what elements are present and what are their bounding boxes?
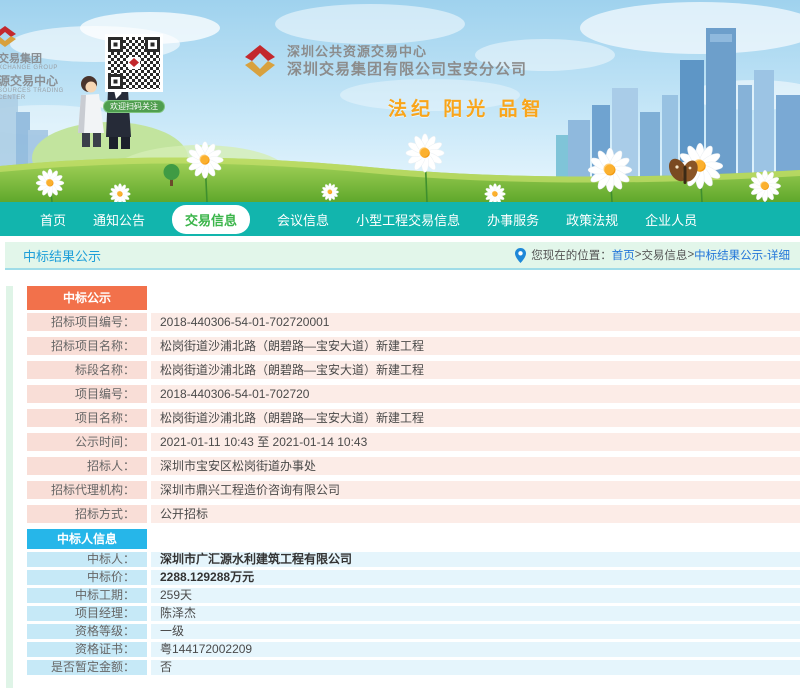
breadcrumb-link-detail[interactable]: 中标结果公示-详细 <box>694 247 790 263</box>
nav-item-home[interactable]: 首页 <box>40 210 66 229</box>
table-row: 招标代理机构：深圳市鼎兴工程造价咨询有限公司 <box>27 481 800 499</box>
qr-code-block: 欢迎扫码关注 <box>103 34 165 113</box>
row-label: 招标人： <box>27 457 147 475</box>
table-row: 资格证书： 粤144172002209 <box>27 642 800 657</box>
table-row: 项目经理： 陈泽杰 <box>27 606 800 621</box>
row-value: 陈泽杰 <box>151 606 800 621</box>
table-row: 中标工期： 259天 <box>27 588 800 603</box>
table-row: 招标项目名称：松岗街道沙浦北路（朗碧路—宝安大道）新建工程 <box>27 337 800 355</box>
left-logo-cn2: 源交易中心 <box>0 74 80 88</box>
breadcrumb: 您现在的位置： 首页 > 交易信息 > 中标结果公示-详细 <box>515 247 790 263</box>
row-label: 招标项目名称： <box>27 337 147 355</box>
left-logo-en1: XCHANGE GROUP <box>0 65 80 72</box>
row-label: 标段名称： <box>27 361 147 379</box>
content-area: 中标公示 招标项目编号：2018-440306-54-01-702720001 … <box>0 286 800 688</box>
page-title: 中标结果公示 <box>23 246 101 265</box>
row-label: 资格等级： <box>27 624 147 639</box>
row-value: 2021-01-11 10:43 至 2021-01-14 10:43 <box>151 433 800 451</box>
nav-item-services[interactable]: 办事服务 <box>487 210 539 229</box>
table-row: 标段名称：松岗街道沙浦北路（朗碧路—宝安大道）新建工程 <box>27 361 800 379</box>
row-value: 松岗街道沙浦北路（朗碧路—宝安大道）新建工程 <box>151 337 800 355</box>
nav-item-policies[interactable]: 政策法规 <box>566 210 618 229</box>
header-banner: 交易集团 XCHANGE GROUP 源交易中心 SOURCES TRADING… <box>0 0 800 202</box>
table-row: 招标人：深圳市宝安区松岗街道办事处 <box>27 457 800 475</box>
main-nav: 首页 通知公告 交易信息 会议信息 小型工程交易信息 办事服务 政策法规 企业人… <box>0 202 800 236</box>
breadcrumb-bar: 中标结果公示 您现在的位置： 首页 > 交易信息 > 中标结果公示-详细 <box>5 242 800 270</box>
nav-item-trading-info[interactable]: 交易信息 <box>172 205 250 234</box>
row-value: 松岗街道沙浦北路（朗碧路—宝安大道）新建工程 <box>151 361 800 379</box>
table-row: 是否暂定金额： 否 <box>27 660 800 675</box>
table-row: 中标人： 深圳市广汇源水利建筑工程有限公司 <box>27 552 800 567</box>
section-header-winner-info: 中标人信息 <box>27 529 147 549</box>
nav-item-notices[interactable]: 通知公告 <box>93 210 145 229</box>
bid-announcement-table: 中标公示 招标项目编号：2018-440306-54-01-702720001 … <box>27 286 800 675</box>
section-header-bid-announcement: 中标公示 <box>27 286 147 310</box>
breadcrumb-separator: > <box>687 249 694 261</box>
table-row: 项目编号：2018-440306-54-01-702720 <box>27 385 800 403</box>
qr-code <box>105 34 163 92</box>
row-value: 2288.129288万元 <box>151 570 800 585</box>
table-row: 中标价： 2288.129288万元 <box>27 570 800 585</box>
breadcrumb-link-section[interactable]: 交易信息 <box>641 247 687 263</box>
org-header: 深圳公共资源交易中心 深圳交易集团有限公司宝安分公司 <box>243 42 527 80</box>
org-logo-icon <box>243 42 277 80</box>
row-label: 中标价： <box>27 570 147 585</box>
slogan-text: 法纪 阳光 品智 <box>388 94 545 121</box>
qr-caption-ribbon: 欢迎扫码关注 <box>103 100 165 113</box>
row-label: 项目经理： <box>27 606 147 621</box>
left-logo-en2: SOURCES TRADING CENTER <box>0 88 80 102</box>
row-label: 中标工期： <box>27 588 147 603</box>
org-name-line1: 深圳公共资源交易中心 <box>287 44 527 60</box>
row-label: 招标方式： <box>27 505 147 523</box>
nav-item-enterprise[interactable]: 企业人员 <box>645 210 697 229</box>
row-value: 259天 <box>151 588 800 603</box>
left-corner-logo: 交易集团 XCHANGE GROUP 源交易中心 SOURCES TRADING… <box>0 24 80 102</box>
left-logo-cn1: 交易集团 <box>0 53 80 65</box>
row-label: 招标项目编号： <box>27 313 147 331</box>
table-row: 资格等级： 一级 <box>27 624 800 639</box>
row-label: 招标代理机构： <box>27 481 147 499</box>
row-label: 项目名称： <box>27 409 147 427</box>
table-row: 招标方式：公开招标 <box>27 505 800 523</box>
row-label: 资格证书： <box>27 642 147 657</box>
breadcrumb-separator: > <box>635 249 642 261</box>
org-name-line2: 深圳交易集团有限公司宝安分公司 <box>287 60 527 79</box>
row-label: 公示时间： <box>27 433 147 451</box>
row-value: 公开招标 <box>151 505 800 523</box>
row-value: 粤144172002209 <box>151 642 800 657</box>
row-value: 深圳市广汇源水利建筑工程有限公司 <box>151 552 800 567</box>
row-value: 一级 <box>151 624 800 639</box>
left-side-strip <box>6 286 13 688</box>
location-label: 您现在的位置： <box>531 247 612 263</box>
row-value: 深圳市鼎兴工程造价咨询有限公司 <box>151 481 800 499</box>
left-logo-icon <box>0 24 18 48</box>
table-row: 项目名称：松岗街道沙浦北路（朗碧路—宝安大道）新建工程 <box>27 409 800 427</box>
breadcrumb-link-home[interactable]: 首页 <box>612 247 635 263</box>
row-label: 中标人： <box>27 552 147 567</box>
row-value: 2018-440306-54-01-702720 <box>151 385 800 403</box>
nav-item-small-projects[interactable]: 小型工程交易信息 <box>356 210 460 229</box>
row-value: 否 <box>151 660 800 675</box>
row-value: 松岗街道沙浦北路（朗碧路—宝安大道）新建工程 <box>151 409 800 427</box>
nav-item-meeting-info[interactable]: 会议信息 <box>277 210 329 229</box>
row-label: 是否暂定金额： <box>27 660 147 675</box>
table-row: 公示时间：2021-01-11 10:43 至 2021-01-14 10:43 <box>27 433 800 451</box>
location-pin-icon <box>515 248 526 263</box>
row-value: 深圳市宝安区松岗街道办事处 <box>151 457 800 475</box>
row-label: 项目编号： <box>27 385 147 403</box>
row-value: 2018-440306-54-01-702720001 <box>151 313 800 331</box>
table-row: 招标项目编号：2018-440306-54-01-702720001 <box>27 313 800 331</box>
